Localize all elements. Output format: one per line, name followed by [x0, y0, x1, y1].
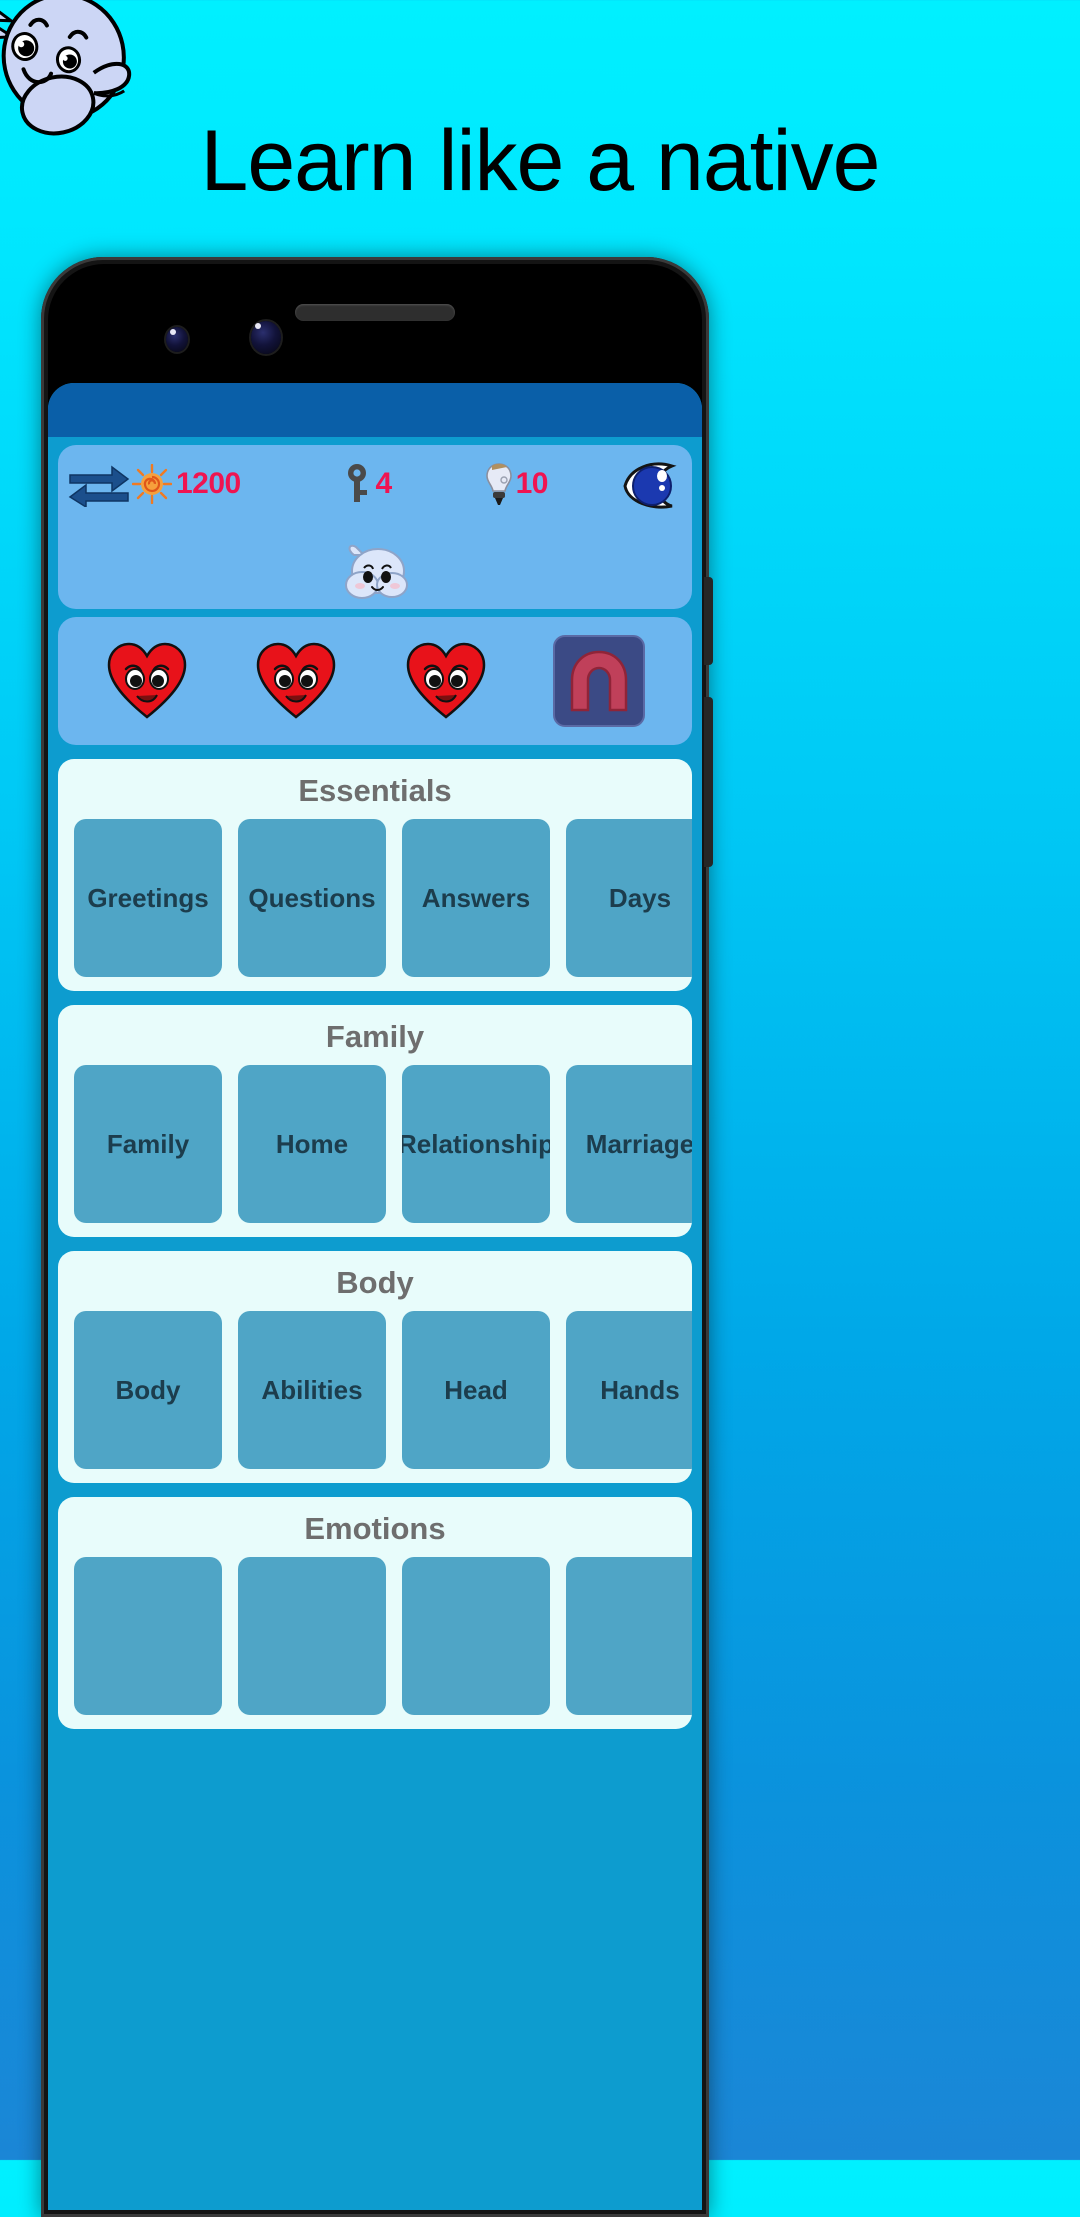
bulb-value: 10: [515, 467, 549, 500]
lightbulb-icon: [485, 463, 512, 505]
phone-bezel: 1200 4 10 Essentials Greetings Questions…: [48, 264, 702, 2210]
stat-keys[interactable]: 4: [345, 463, 392, 505]
tile-row[interactable]: [58, 1557, 692, 1715]
tile-row[interactable]: Family Home Relationship Marriage: [58, 1065, 692, 1223]
stat-hints[interactable]: 10: [485, 462, 549, 506]
category-card: Body Body Abilities Head Hands: [58, 1251, 692, 1483]
mascot-face-icon: [345, 544, 408, 599]
stats-row: 1200 4 10: [58, 445, 692, 523]
category-tile[interactable]: [238, 1557, 386, 1715]
category-title: Family: [325, 1019, 425, 1054]
category-card: Essentials Greetings Questions Answers D…: [58, 759, 692, 991]
category-tile[interactable]: Family: [74, 1065, 222, 1223]
category-tile[interactable]: Hands: [566, 1311, 692, 1469]
heart-face-icon[interactable]: [404, 641, 488, 721]
camera-lens-icon: [251, 321, 281, 354]
category-title: Body: [336, 1265, 414, 1300]
key-icon: [348, 464, 368, 502]
page-title: Learn like a native: [200, 113, 881, 209]
key-value: 4: [375, 467, 392, 500]
tile-row[interactable]: Greetings Questions Answers Days: [58, 819, 692, 977]
category-tile[interactable]: Questions: [238, 819, 386, 977]
stat-coins[interactable]: 1200: [130, 464, 241, 504]
camera-lens-icon: [166, 327, 188, 352]
magnet-icon: [571, 650, 628, 712]
category-tile[interactable]: Marriage: [566, 1065, 692, 1223]
category-card: Family Family Home Relationship Marriage: [58, 1005, 692, 1237]
category-title: Essentials: [298, 773, 452, 808]
lives-panel: [58, 617, 692, 745]
category-tile[interactable]: [74, 1557, 222, 1715]
category-tile[interactable]: Home: [238, 1065, 386, 1223]
phone-side-button-top[interactable]: [704, 577, 713, 665]
category-tile[interactable]: [566, 1557, 692, 1715]
category-tile[interactable]: Greetings: [74, 819, 222, 977]
category-title: Emotions: [304, 1511, 446, 1546]
category-tile[interactable]: [402, 1557, 550, 1715]
category-tile[interactable]: Days: [566, 819, 692, 977]
app-content: 1200 4 10 Essentials Greetings Questions…: [48, 445, 702, 1729]
category-tile[interactable]: Head: [402, 1311, 550, 1469]
app-status-bar: [48, 383, 702, 437]
heart-face-icon[interactable]: [105, 641, 189, 721]
stats-panel: 1200 4 10: [58, 445, 692, 609]
app-screen: 1200 4 10 Essentials Greetings Questions…: [48, 383, 702, 2210]
tile-row[interactable]: Body Abilities Head Hands: [58, 1311, 692, 1469]
magnet-button[interactable]: [553, 635, 646, 727]
speaker-grille-icon: [295, 304, 455, 321]
sun-icon: [132, 464, 172, 504]
category-card: Emotions: [58, 1497, 692, 1729]
heart-face-icon[interactable]: [254, 641, 338, 721]
swap-arrows-icon[interactable]: [68, 461, 130, 507]
category-tile[interactable]: Abilities: [238, 1311, 386, 1469]
category-tile[interactable]: Relationship: [402, 1065, 550, 1223]
phone-mockup: 1200 4 10 Essentials Greetings Questions…: [41, 257, 713, 2217]
category-tile[interactable]: Answers: [402, 819, 550, 977]
sun-value: 1200: [176, 467, 241, 500]
category-tile[interactable]: Body: [74, 1311, 222, 1469]
eye-icon[interactable]: [622, 458, 678, 510]
phone-side-button-bottom[interactable]: [704, 697, 713, 867]
